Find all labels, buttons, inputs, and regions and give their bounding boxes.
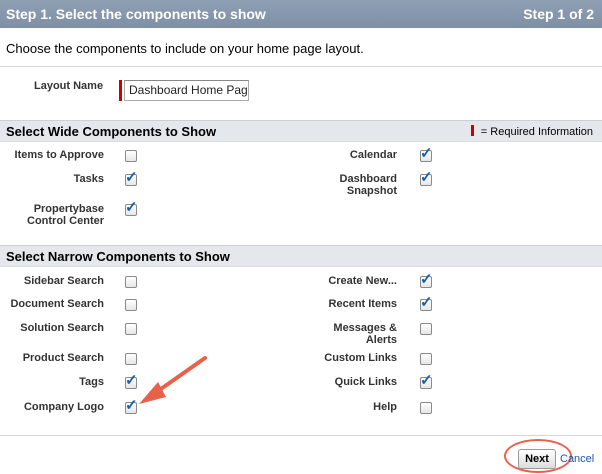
annotation-arrow-icon xyxy=(139,356,207,404)
divider xyxy=(0,435,602,436)
cancel-link[interactable]: Cancel xyxy=(560,453,594,465)
next-button[interactable]: Next xyxy=(518,449,556,469)
